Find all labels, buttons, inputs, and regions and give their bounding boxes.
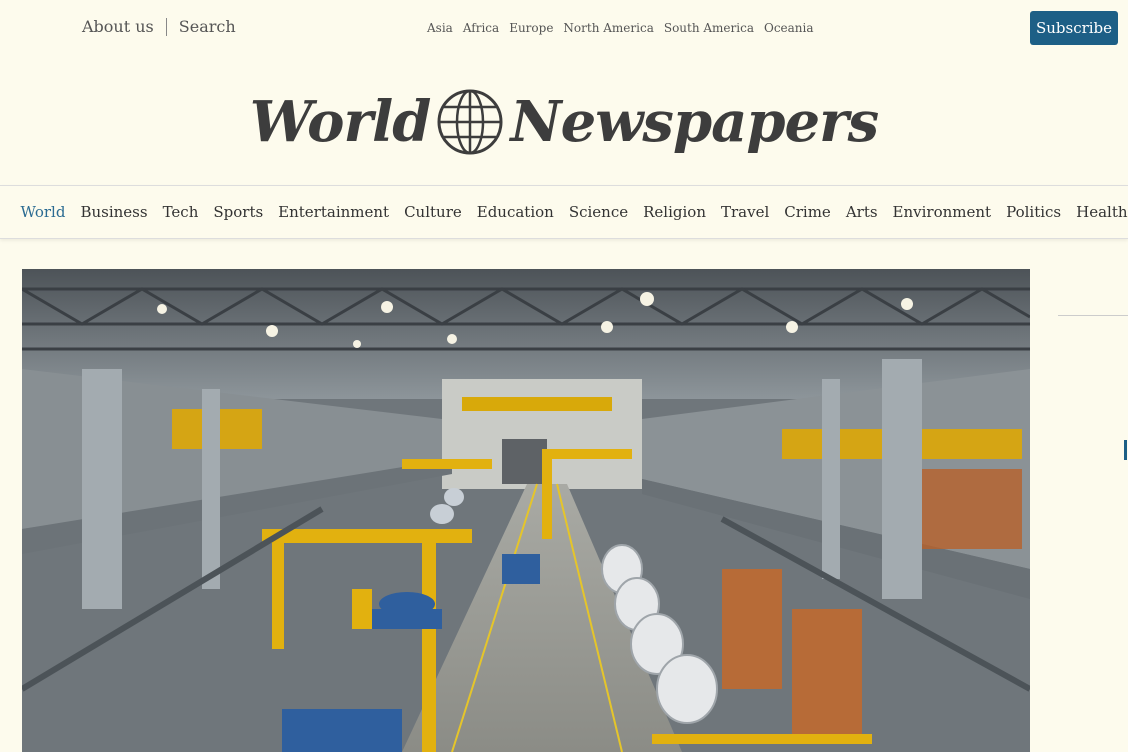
nav-item-environment[interactable]: Environment [893, 203, 992, 221]
nav-item-crime[interactable]: Crime [784, 203, 831, 221]
region-link-south-america[interactable]: South America [664, 21, 754, 35]
masthead-word-newspapers: Newspapers [510, 89, 879, 155]
nav-item-sports[interactable]: Sports [213, 203, 263, 221]
top-utility-links: About us Search [82, 17, 236, 36]
nav-item-world[interactable]: World [20, 203, 65, 221]
sidebar-accent-mark [1124, 440, 1127, 460]
divider [165, 17, 167, 36]
nav-item-entertainment[interactable]: Entertainment [278, 203, 389, 221]
nav-item-politics[interactable]: Politics [1006, 203, 1061, 221]
hero-image[interactable] [22, 269, 1030, 752]
masthead-logo[interactable]: World Newspapers [0, 82, 1128, 162]
factory-hall-image [22, 269, 1030, 752]
nav-item-science[interactable]: Science [569, 203, 628, 221]
nav-item-education[interactable]: Education [477, 203, 554, 221]
nav-item-culture[interactable]: Culture [404, 203, 462, 221]
category-nav: World Business Tech Sports Entertainment… [0, 185, 1128, 239]
nav-item-health[interactable]: Health [1076, 203, 1127, 221]
sidebar-divider [1058, 315, 1128, 316]
top-bar: About us Search Asia Africa Europe North… [0, 0, 1128, 56]
region-link-asia[interactable]: Asia [427, 21, 453, 35]
region-link-north-america[interactable]: North America [563, 21, 653, 35]
nav-item-arts[interactable]: Arts [846, 203, 878, 221]
nav-item-tech[interactable]: Tech [163, 203, 199, 221]
subscribe-button[interactable]: Subscribe [1030, 11, 1118, 45]
masthead-word-world: World [249, 89, 432, 155]
about-us-link[interactable]: About us [82, 17, 154, 36]
region-link-africa[interactable]: Africa [463, 21, 499, 35]
nav-item-travel[interactable]: Travel [721, 203, 769, 221]
region-link-oceania[interactable]: Oceania [764, 21, 814, 35]
region-link-europe[interactable]: Europe [509, 21, 553, 35]
region-links: Asia Africa Europe North America South A… [427, 21, 814, 35]
nav-item-business[interactable]: Business [80, 203, 147, 221]
globe-icon [437, 89, 503, 155]
nav-item-religion[interactable]: Religion [643, 203, 706, 221]
search-link[interactable]: Search [179, 17, 236, 36]
